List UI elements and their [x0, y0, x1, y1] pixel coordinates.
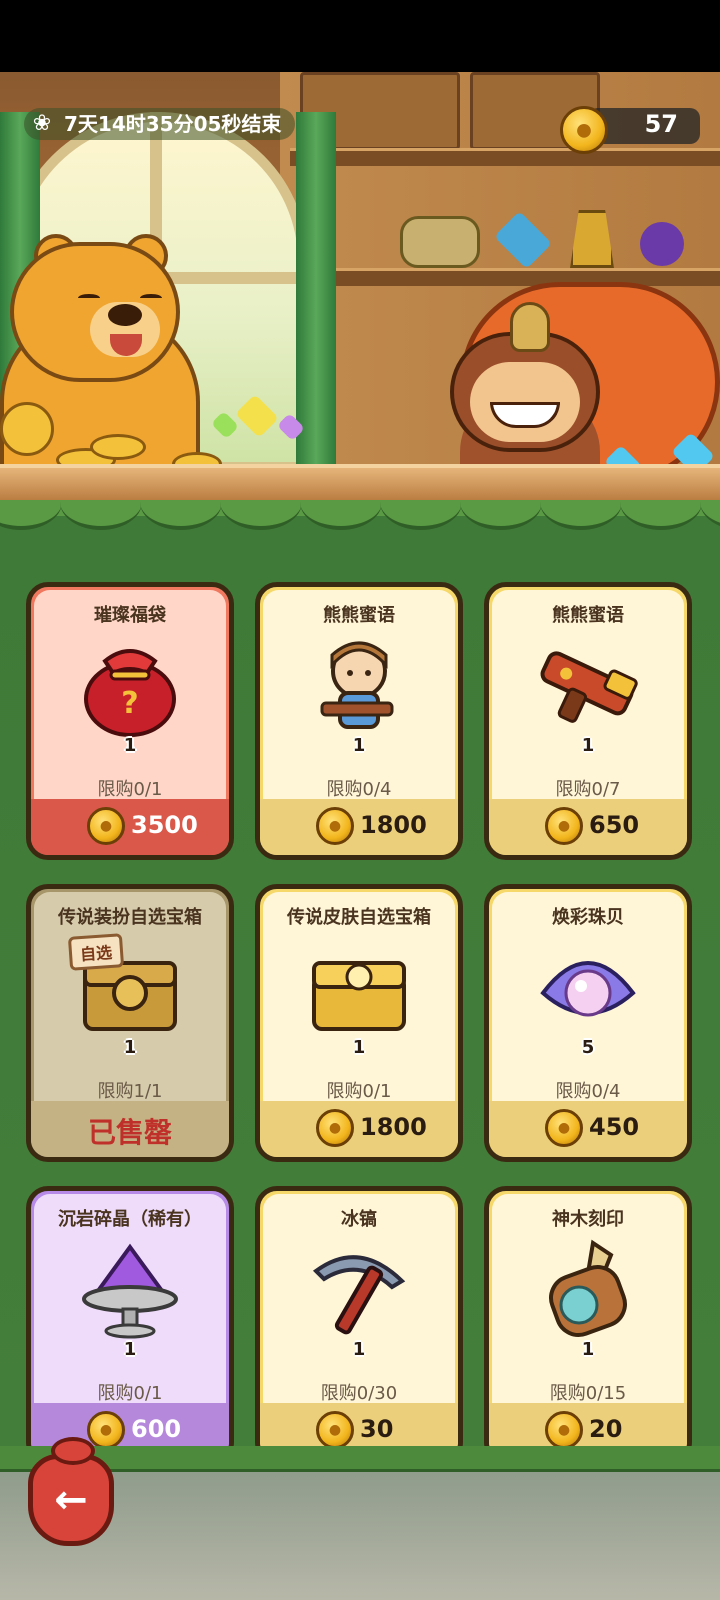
item-quantity: 1: [123, 735, 137, 756]
item-title: 传说装扮自选宝箱: [58, 907, 202, 928]
purchase-limit: 限购0/1: [326, 1081, 392, 1102]
blaster-weapon-icon: [540, 651, 638, 723]
paw-coin-icon: [545, 1411, 583, 1446]
price-button[interactable]: 1800: [260, 1101, 458, 1157]
paw-icon: ❀: [32, 111, 52, 136]
shop-item-card[interactable]: 璀璨福袋 ? 1 限购0/1 3500: [26, 582, 234, 860]
shelf: [290, 268, 720, 286]
paw-coin-icon: [87, 1411, 125, 1446]
coin-pouch: [0, 402, 54, 456]
purple-crystal-icon: [82, 1243, 178, 1339]
item-title: 熊熊蜜语: [552, 605, 624, 626]
character-skin-icon: [320, 641, 394, 729]
shop-item-card[interactable]: 神木刻印 1 限购0/15 20: [484, 1186, 692, 1446]
shop-item-card: 传说装扮自选宝箱 自选 1 限购1/1 已售罄: [26, 884, 234, 1162]
wood-seal-icon: [549, 1239, 627, 1337]
item-quantity: 1: [352, 735, 366, 756]
item-price: 600: [131, 1415, 182, 1443]
purchase-limit: 限购0/30: [320, 1383, 398, 1404]
sold-out-label: 已售罄: [87, 1116, 172, 1149]
paw-coin-icon: [316, 1109, 354, 1147]
shop-item-card[interactable]: 熊熊蜜语 1 限购0/7 650: [484, 582, 692, 860]
item-quantity: 1: [352, 1037, 366, 1058]
shop-item-card[interactable]: 焕彩珠贝 5 限购0/4 450: [484, 884, 692, 1162]
svg-text:?: ?: [121, 686, 138, 721]
item-quantity: 1: [581, 735, 595, 756]
bow-decoration: [51, 1437, 95, 1465]
item-quantity: 1: [123, 1339, 137, 1360]
purchase-limit: 限购0/1: [97, 779, 163, 800]
item-title: 冰镐: [341, 1209, 377, 1230]
item-price: 20: [589, 1415, 623, 1443]
timer-text: 7天14时35分05秒结束: [64, 112, 282, 136]
item-title: 传说皮肤自选宝箱: [287, 907, 431, 928]
purchase-limit: 限购1/1: [97, 1081, 163, 1102]
item-price: 1800: [360, 1113, 427, 1141]
purchase-limit: 限购0/15: [549, 1383, 627, 1404]
purchase-limit: 限购0/4: [555, 1081, 621, 1102]
item-quantity: 1: [123, 1037, 137, 1058]
price-button[interactable]: 3500: [31, 799, 229, 855]
item-title: 璀璨福袋: [94, 605, 166, 626]
pickaxe-icon: [312, 1255, 406, 1335]
price-button[interactable]: 1800: [260, 799, 458, 855]
back-button[interactable]: ←: [28, 1437, 114, 1546]
status-bar: [0, 0, 720, 72]
coin-stack: [90, 434, 146, 460]
currency-display: 57: [560, 106, 700, 154]
paw-coin-icon: [545, 1109, 583, 1147]
purchase-limit: 限购0/1: [97, 1383, 163, 1404]
item-price: 450: [589, 1113, 640, 1141]
item-price: 3500: [131, 811, 198, 839]
sold-out-bar: 已售罄: [31, 1101, 229, 1157]
price-button[interactable]: 30: [260, 1403, 458, 1446]
event-timer: ❀ 7天14时35分05秒结束: [24, 108, 296, 140]
shop-item-card[interactable]: 传说皮肤自选宝箱 1 限购0/1 1800: [255, 884, 463, 1162]
shop-grid: 璀璨福袋 ? 1 限购0/1 3500 熊熊蜜语 1 限购0/4 1800: [0, 500, 720, 1446]
purchase-limit: 限购0/7: [555, 779, 621, 800]
paw-coin-icon: [87, 807, 125, 845]
shop-item-card[interactable]: 沉岩碎晶（稀有） 1 限购0/1 600: [26, 1186, 234, 1446]
purchase-limit: 限购0/4: [326, 779, 392, 800]
shelf: [290, 148, 720, 166]
item-quantity: 1: [581, 1339, 595, 1360]
paw-coin-icon: [316, 1411, 354, 1446]
paw-coin-icon: [560, 106, 608, 154]
shop-counter: [0, 464, 720, 502]
price-button[interactable]: 450: [489, 1101, 687, 1157]
select-tag: 自选: [67, 933, 125, 971]
shop-item-card[interactable]: 冰镐 1 限购0/30 30: [255, 1186, 463, 1446]
back-arrow-icon: ←: [54, 1477, 88, 1523]
sack: [400, 216, 480, 268]
monkey-shopkeeper: [440, 302, 610, 482]
paw-coin-icon: [316, 807, 354, 845]
item-title: 神木刻印: [552, 1209, 624, 1230]
shop-item-card[interactable]: 熊熊蜜语 1 限购0/4 1800: [255, 582, 463, 860]
price-button[interactable]: 650: [489, 799, 687, 855]
lucky-bag-icon: ?: [84, 649, 176, 737]
item-price: 30: [360, 1415, 394, 1443]
item-title: 沉岩碎晶（稀有）: [58, 1209, 202, 1230]
item-quantity: 5: [581, 1037, 595, 1058]
paw-coin-icon: [545, 807, 583, 845]
pearl-shell-icon: [540, 961, 636, 1017]
item-title: 焕彩珠贝: [552, 907, 624, 928]
crystal-ball: [640, 222, 684, 266]
price-button[interactable]: 20: [489, 1403, 687, 1446]
item-quantity: 1: [352, 1339, 366, 1360]
currency-amount: 57: [644, 110, 678, 138]
item-price: 1800: [360, 811, 427, 839]
item-price: 650: [589, 811, 640, 839]
golden-chest-icon: [312, 961, 406, 1031]
item-title: 熊熊蜜语: [323, 605, 395, 626]
